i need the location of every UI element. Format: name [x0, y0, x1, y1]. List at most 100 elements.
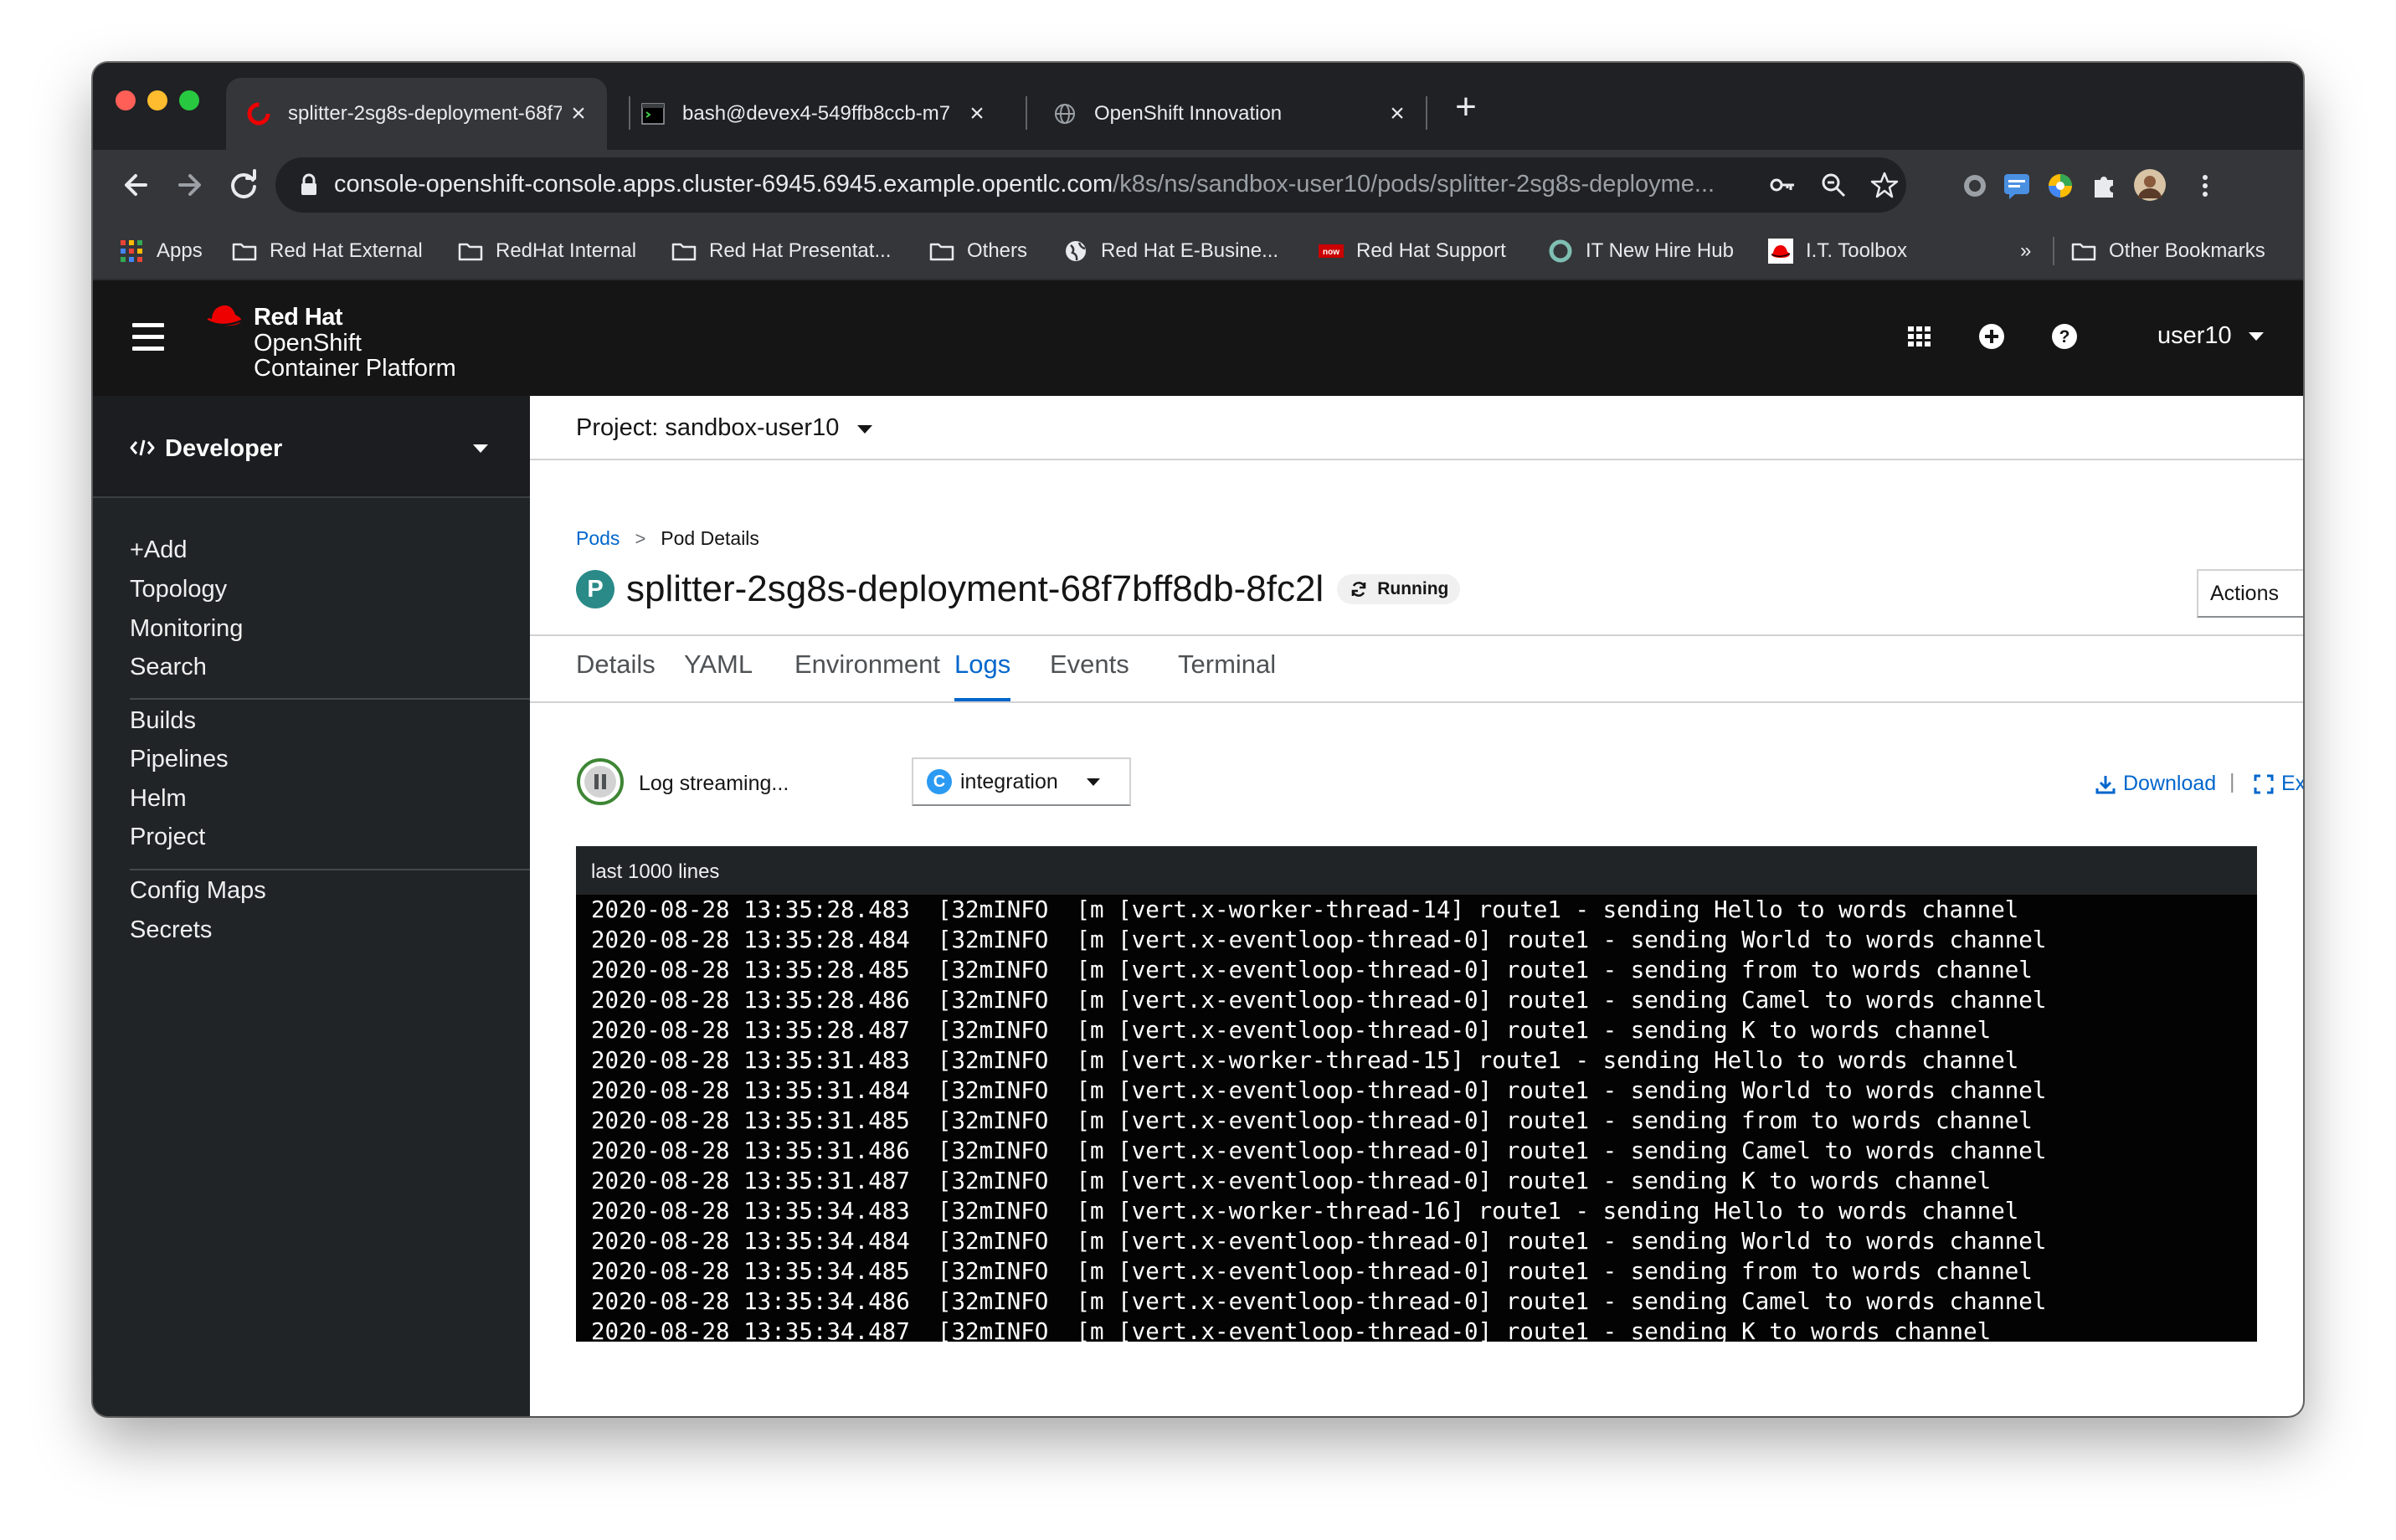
project-selector[interactable]: Project: sandbox-user10	[576, 414, 839, 442]
sidebar-item-config-maps[interactable]: Config Maps	[130, 877, 266, 905]
sidebar-divider	[130, 698, 530, 700]
bookmark-others[interactable]: Others	[928, 237, 1027, 265]
extensions-puzzle-icon[interactable]	[2088, 170, 2120, 202]
bookmark-label: »	[2020, 239, 2032, 262]
tab-yaml[interactable]: YAML	[684, 649, 753, 701]
main-content: Project: sandbox-user10 Pods > Pod Detai…	[530, 396, 2303, 1416]
help-question-icon[interactable]: ?	[2048, 320, 2081, 353]
bookmark-apps[interactable]: Apps	[118, 237, 203, 265]
sidebar-item-add[interactable]: +Add	[130, 536, 188, 564]
key-icon[interactable]	[1767, 170, 1797, 200]
breadcrumb-pods-link[interactable]: Pods	[576, 527, 620, 550]
container-select[interactable]: C integration	[912, 757, 1131, 806]
bookmark-red-hat-external[interactable]: Red Hat External	[231, 237, 423, 265]
new-tab-button[interactable]: +	[1447, 89, 1485, 129]
window-close-button[interactable]	[116, 90, 136, 110]
pod-resource-badge: P	[576, 570, 614, 608]
quick-create-plus-icon[interactable]	[1975, 320, 2008, 353]
extension-colorful-icon[interactable]	[2044, 170, 2076, 202]
window-zoom-button[interactable]	[179, 90, 199, 110]
log-line: 2020-08-28 13:35:34.485 [32mINFO [m [ver…	[591, 1258, 2033, 1285]
hamburger-menu-icon[interactable]	[132, 323, 164, 352]
apps-grid-icon	[121, 240, 142, 262]
tab-title: splitter-2sg8s-deployment-68f7bff8db-8fc…	[288, 102, 562, 125]
browser-tab-bash[interactable]: bash@devex4-549ffb8ccb-m7 ×	[620, 78, 1005, 150]
sidebar-item-search[interactable]: Search	[130, 654, 207, 681]
bookmarks-bar: Apps Red Hat External RedHat Internal Re…	[93, 220, 2303, 280]
project-bar: Project: sandbox-user10	[530, 396, 2303, 460]
caret-down-icon	[473, 444, 488, 453]
address-bar[interactable]: console-openshift-console.apps.cluster-6…	[275, 157, 1906, 213]
tab-logs[interactable]: Logs	[954, 649, 1011, 701]
sidebar-item-topology[interactable]: Topology	[130, 576, 227, 603]
bookmark-label: Red Hat E-Busine...	[1101, 239, 1279, 262]
lock-icon[interactable]	[296, 172, 322, 198]
browser-tab-openshift-innovation[interactable]: OpenShift Innovation ×	[1032, 78, 1426, 150]
sidebar-nav: Developer +Add Topology Monitoring Searc…	[93, 396, 530, 1416]
bookmark-it-toolbox[interactable]: I.T. Toolbox	[1767, 237, 1907, 265]
extension-chat-icon[interactable]	[2001, 170, 2033, 202]
bookmark-red-hat-support[interactable]: now Red Hat Support	[1318, 237, 1506, 265]
download-link[interactable]: Download	[2095, 772, 2216, 796]
log-line: 2020-08-28 13:35:34.483 [32mINFO [m [ver…	[591, 1198, 2019, 1224]
sidebar-item-helm[interactable]: Helm	[130, 785, 187, 813]
brand-line-container-platform: Container Platform	[254, 355, 456, 382]
address-path: /k8s/ns/sandbox-user10/pods/splitter-2sg…	[1113, 171, 1715, 198]
sidebar-item-pipelines[interactable]: Pipelines	[130, 746, 229, 773]
close-icon[interactable]: ×	[960, 100, 994, 128]
username: user10	[2157, 322, 2232, 349]
bookmarks-overflow-button[interactable]: »	[2020, 237, 2031, 265]
tab-events[interactable]: Events	[1050, 649, 1129, 701]
bookmark-label: Other Bookmarks	[2109, 239, 2265, 262]
log-line: 2020-08-28 13:35:31.483 [32mINFO [m [ver…	[591, 1047, 2019, 1074]
caret-down-icon[interactable]	[857, 425, 872, 434]
bookmark-other-bookmarks[interactable]: Other Bookmarks	[2070, 237, 2265, 265]
reload-icon[interactable]	[224, 165, 264, 205]
bookmark-label: Red Hat Presentat...	[709, 239, 892, 262]
tab-environment[interactable]: Environment	[794, 649, 940, 701]
actions-label: Actions	[2210, 581, 2279, 605]
tab-details[interactable]: Details	[576, 649, 656, 701]
link-separator: |	[2229, 770, 2235, 793]
breadcrumb: Pods > Pod Details	[576, 527, 759, 550]
expand-icon	[2254, 774, 2274, 793]
sidebar-item-builds[interactable]: Builds	[130, 707, 196, 735]
globe-icon	[1055, 104, 1075, 124]
sidebar-item-secrets[interactable]: Secrets	[130, 916, 212, 944]
close-icon[interactable]: ×	[1381, 100, 1414, 128]
more-menu-icon[interactable]	[2189, 170, 2221, 202]
close-icon[interactable]: ×	[562, 100, 595, 128]
log-viewer[interactable]: last 1000 lines 2020-08-28 13:35:28.483 …	[576, 846, 2257, 1345]
tab-terminal[interactable]: Terminal	[1178, 649, 1276, 701]
extension-circle-icon[interactable]	[1959, 170, 1991, 202]
bookmark-star-icon[interactable]	[1869, 170, 1900, 200]
bookmark-red-hat-ebusiness[interactable]: Red Hat E-Busine...	[1062, 237, 1278, 265]
sidebar-item-project[interactable]: Project	[130, 824, 205, 851]
expand-link[interactable]: Expand	[2253, 772, 2303, 796]
actions-dropdown[interactable]: Actions	[2197, 569, 2303, 618]
sidebar-item-monitoring[interactable]: Monitoring	[130, 615, 243, 643]
perspective-switcher[interactable]: Developer	[93, 396, 530, 498]
profile-avatar-icon[interactable]	[2133, 168, 2167, 202]
window-minimize-button[interactable]	[147, 90, 167, 110]
bookmark-it-new-hire-hub[interactable]: IT New Hire Hub	[1547, 237, 1734, 265]
bookmark-red-hat-presentations[interactable]: Red Hat Presentat...	[671, 237, 891, 265]
zoom-icon[interactable]	[1818, 170, 1848, 200]
user-menu[interactable]: user10	[2157, 322, 2264, 350]
pause-icon[interactable]	[576, 757, 625, 806]
log-line: 2020-08-28 13:35:31.485 [32mINFO [m [ver…	[591, 1107, 2033, 1134]
status-text: Running	[1377, 579, 1449, 598]
log-line: 2020-08-28 13:35:28.487 [32mINFO [m [ver…	[591, 1017, 1992, 1044]
bookmark-redhat-internal[interactable]: RedHat Internal	[457, 237, 636, 265]
redhat-icon	[1768, 239, 1793, 264]
log-line: 2020-08-28 13:35:28.484 [32mINFO [m [ver…	[591, 927, 2047, 953]
perspective-label: Developer	[165, 435, 283, 462]
caret-down-icon	[2248, 331, 2264, 341]
browser-tab-pod[interactable]: splitter-2sg8s-deployment-68f7bff8db-8fc…	[226, 78, 607, 150]
expand-label: Expand	[2281, 772, 2303, 795]
back-arrow-icon[interactable]	[116, 165, 156, 205]
application-launcher-icon[interactable]	[1903, 320, 1936, 353]
log-line: 2020-08-28 13:35:28.483 [32mINFO [m [ver…	[591, 896, 2019, 923]
forward-arrow-icon[interactable]	[170, 165, 210, 205]
container-badge: C	[927, 769, 952, 794]
